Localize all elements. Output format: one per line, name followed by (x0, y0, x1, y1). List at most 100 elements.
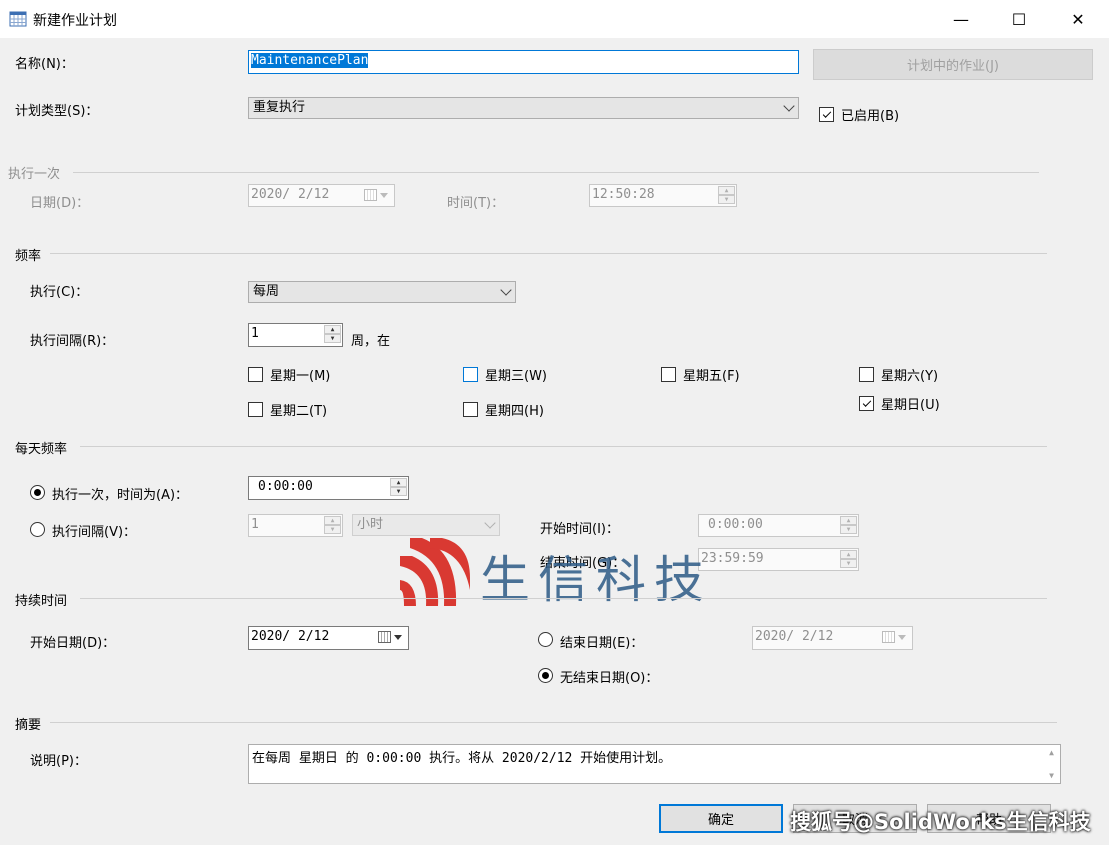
once-time-value: 12:50:28 (592, 187, 655, 202)
occurs-select[interactable]: 每周 (248, 281, 516, 303)
occurs-value: 每周 (253, 284, 280, 299)
spin-down-icon[interactable]: ▼ (324, 525, 341, 534)
sunday-label: 星期日(U) (881, 398, 940, 413)
name-input-value: MaintenancePlan (251, 53, 369, 68)
spin-down-icon[interactable]: ▼ (390, 487, 407, 496)
tuesday-checkbox[interactable] (248, 402, 263, 417)
friday-label: 星期五(F) (683, 369, 740, 384)
time-spinner[interactable]: ▲ ▼ (718, 186, 735, 204)
spin-up-icon[interactable]: ▲ (840, 550, 857, 559)
description-label: 说明(P)： (30, 754, 87, 769)
sunday-checkbox[interactable] (859, 396, 874, 411)
start-time-value: 0:00:00 (708, 517, 763, 532)
enabled-checkbox[interactable] (819, 107, 834, 122)
tuesday-label: 星期二(T) (270, 404, 328, 419)
daily-once-time-value: 0:00:00 (258, 479, 313, 494)
once-date-value: 2020/ 2/12 (251, 187, 330, 202)
schedule-type-select[interactable]: 重复执行 (248, 97, 799, 119)
minimize-button[interactable]: — (932, 0, 990, 38)
friday-checkbox[interactable] (661, 367, 676, 382)
no-end-date-label: 无结束日期(O)： (560, 671, 659, 686)
once-time-label: 时间(T)： (447, 196, 505, 211)
end-date-picker[interactable]: 2020/ 2/12 (752, 626, 913, 650)
summary-header: 摘要 (15, 718, 42, 733)
schedule-type-label: 计划类型(S)： (15, 104, 99, 119)
wednesday-label: 星期三(W) (485, 369, 547, 384)
start-time-label: 开始时间(I)： (540, 522, 619, 537)
dropdown-arrow-icon (394, 634, 402, 640)
once-time-input[interactable]: 12:50:28 ▲ ▼ (589, 184, 737, 207)
daily-divider (80, 446, 1047, 447)
end-date-label: 结束日期(E)： (560, 636, 644, 651)
chevron-down-icon (484, 517, 496, 529)
corner-watermark: 搜狐号@SolidWorks生信科技 (790, 810, 1091, 834)
ok-button[interactable]: 确定 (659, 804, 783, 833)
close-button[interactable]: ✕ (1049, 0, 1107, 38)
summary-divider (50, 722, 1057, 723)
monday-label: 星期一(M) (270, 369, 331, 384)
recur-input[interactable]: 1 ▲ ▼ (248, 323, 343, 347)
scroll-up-icon[interactable]: ▲ (1049, 748, 1054, 757)
daily-once-radio[interactable] (30, 485, 45, 500)
chevron-down-icon (500, 284, 512, 296)
spin-down-icon[interactable]: ▼ (324, 334, 341, 343)
recur-spinner[interactable]: ▲ ▼ (324, 325, 341, 343)
once-divider (73, 172, 1039, 173)
end-date-radio[interactable] (538, 632, 553, 647)
daily-interval-spinner[interactable]: ▲ ▼ (324, 516, 341, 534)
schedule-grid-icon (9, 11, 27, 27)
calendar-icon (364, 189, 377, 201)
jobs-in-schedule-button[interactable]: 计划中的作业(J) (813, 49, 1093, 80)
no-end-date-radio[interactable] (538, 668, 553, 683)
monday-checkbox[interactable] (248, 367, 263, 382)
daily-once-label: 执行一次，时间为(A)： (52, 488, 189, 503)
name-input[interactable]: MaintenancePlan (248, 50, 799, 74)
scroll-down-icon[interactable]: ▼ (1049, 771, 1054, 780)
maximize-button[interactable]: ☐ (990, 0, 1048, 38)
schedule-type-value: 重复执行 (253, 100, 306, 115)
thursday-label: 星期四(H) (485, 404, 544, 419)
saturday-label: 星期六(Y) (881, 369, 939, 384)
spin-up-icon[interactable]: ▲ (840, 516, 857, 525)
wednesday-checkbox[interactable] (463, 367, 478, 382)
description-value: 在每周 星期日 的 0:00:00 执行。将从 2020/2/12 开始使用计划… (252, 751, 672, 766)
spin-up-icon[interactable]: ▲ (324, 325, 341, 334)
name-label: 名称(N)： (15, 57, 74, 72)
recur-label: 执行间隔(R)： (30, 334, 115, 349)
spin-down-icon[interactable]: ▼ (840, 559, 857, 568)
spin-down-icon[interactable]: ▼ (718, 195, 735, 204)
window-title: 新建作业计划 (33, 13, 117, 29)
daily-interval-label: 执行间隔(V)： (52, 525, 137, 540)
once-date-picker[interactable]: 2020/ 2/12 (248, 184, 395, 207)
duration-divider (80, 598, 1047, 599)
daily-header: 每天频率 (15, 442, 68, 457)
spin-down-icon[interactable]: ▼ (840, 525, 857, 534)
thursday-checkbox[interactable] (463, 402, 478, 417)
spin-up-icon[interactable]: ▲ (324, 516, 341, 525)
recur-unit-label: 周，在 (351, 334, 391, 349)
chevron-down-icon (783, 100, 795, 112)
end-time-input[interactable]: 23:59:59 ▲ ▼ (698, 548, 859, 571)
start-time-input[interactable]: 0:00:00 ▲ ▼ (698, 514, 859, 537)
description-textarea[interactable]: 在每周 星期日 的 0:00:00 执行。将从 2020/2/12 开始使用计划… (248, 744, 1061, 784)
daily-interval-unit-select[interactable]: 小时 (352, 514, 500, 536)
daily-once-spinner[interactable]: ▲ ▼ (390, 478, 407, 496)
daily-interval-input[interactable]: 1 ▲ ▼ (248, 514, 343, 537)
dropdown-arrow-icon (380, 192, 388, 198)
daily-once-time-input[interactable]: 0:00:00 ▲ ▼ (248, 476, 409, 500)
description-scrollbar[interactable]: ▲ ▼ (1043, 745, 1060, 783)
duration-header: 持续时间 (15, 594, 68, 609)
calendar-icon (378, 631, 391, 643)
daily-interval-radio[interactable] (30, 522, 45, 537)
end-time-spinner[interactable]: ▲ ▼ (840, 550, 857, 568)
calendar-icon (882, 631, 895, 643)
once-header: 执行一次 (8, 167, 61, 182)
watermark-text: 生信科技 (480, 551, 712, 609)
start-time-spinner[interactable]: ▲ ▼ (840, 516, 857, 534)
recur-value: 1 (251, 326, 259, 341)
spin-up-icon[interactable]: ▲ (390, 478, 407, 487)
start-date-picker[interactable]: 2020/ 2/12 (248, 626, 409, 650)
end-date-value: 2020/ 2/12 (755, 629, 834, 644)
saturday-checkbox[interactable] (859, 367, 874, 382)
spin-up-icon[interactable]: ▲ (718, 186, 735, 195)
